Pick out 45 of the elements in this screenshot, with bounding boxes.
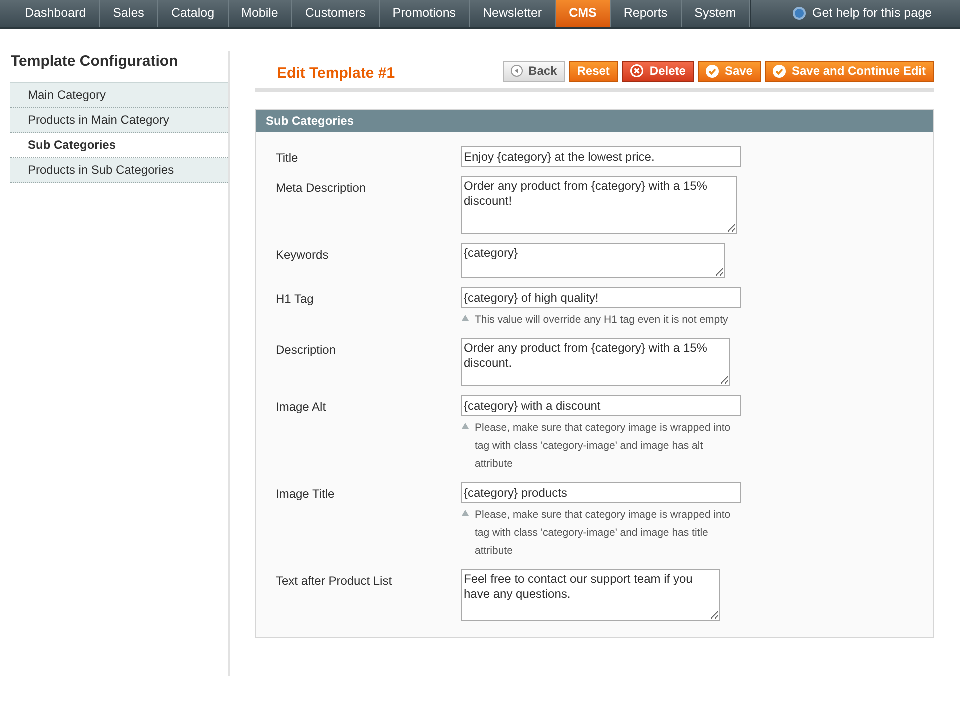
sidebar-item[interactable]: Products in Main Category <box>10 108 228 132</box>
field-label: Description <box>275 342 338 359</box>
help-icon <box>793 7 806 20</box>
section-header: Sub Categories <box>256 110 933 132</box>
sidebar-item[interactable]: Main Category <box>10 82 228 108</box>
text-field[interactable]: Enjoy {category} at the lowest price. <box>461 146 741 167</box>
triangle-icon <box>462 510 469 516</box>
back-button[interactable]: Back <box>502 60 566 82</box>
field-hint: Please, make sure that category image is wrapped into tag with class 'category-image' and image has title attribute <box>475 508 732 559</box>
field-label: Title <box>275 150 300 167</box>
sidebar-item[interactable]: Products in Sub Categories <box>10 158 228 182</box>
text-area[interactable]: Order any product from {category} with a 15% discount. <box>461 338 730 386</box>
text-field[interactable]: {category} of high quality! <box>461 287 741 308</box>
delete-button[interactable]: Delete <box>622 60 694 82</box>
nav-tab[interactable]: Catalog <box>158 0 229 27</box>
nav-tab[interactable]: Sales <box>100 0 158 27</box>
field-label: Meta Description <box>275 180 368 197</box>
text-field[interactable]: {category} with a discount <box>461 395 741 416</box>
field-label: Keywords <box>275 247 330 264</box>
checkmark-icon <box>706 64 719 78</box>
field-label: Text after Product List <box>275 573 394 590</box>
text-field[interactable]: {category} products <box>461 482 741 503</box>
field-hint: Please, make sure that category image is wrapped into tag with class 'category-image' and image has alt attribute <box>475 421 732 472</box>
nav-tab[interactable]: Mobile <box>228 0 292 27</box>
close-icon <box>630 64 644 78</box>
triangle-icon <box>462 315 469 321</box>
help-text[interactable]: Get help for this page <box>812 4 932 23</box>
field-label: Image Alt <box>275 399 328 416</box>
text-area[interactable]: Order any product from {category} with a 15% discount! <box>461 176 737 234</box>
field-hint: This value will override any H1 tag even it is not empty <box>475 313 728 328</box>
sidebar-item[interactable]: Sub Categories <box>10 132 228 158</box>
page-title: Edit Template #1 <box>276 64 396 84</box>
text-area[interactable]: Feel free to contact our support team if you have any questions. <box>461 569 720 621</box>
field-label: H1 Tag <box>275 291 315 308</box>
triangle-icon <box>462 423 469 429</box>
nav-tab[interactable]: Dashboard <box>12 0 100 27</box>
text-area[interactable]: {category} <box>461 243 725 278</box>
sidebar-title: Template Configuration <box>10 52 180 72</box>
nav-tab[interactable]: Customers <box>292 0 380 27</box>
nav-tab[interactable]: Reports <box>610 0 682 27</box>
checkmark-icon <box>772 64 786 78</box>
help-link[interactable]: Get help for this page <box>773 0 960 27</box>
nav-tab[interactable]: System <box>682 0 750 27</box>
field-label: Image Title <box>275 486 336 503</box>
nav-tab[interactable]: Promotions <box>380 0 470 27</box>
